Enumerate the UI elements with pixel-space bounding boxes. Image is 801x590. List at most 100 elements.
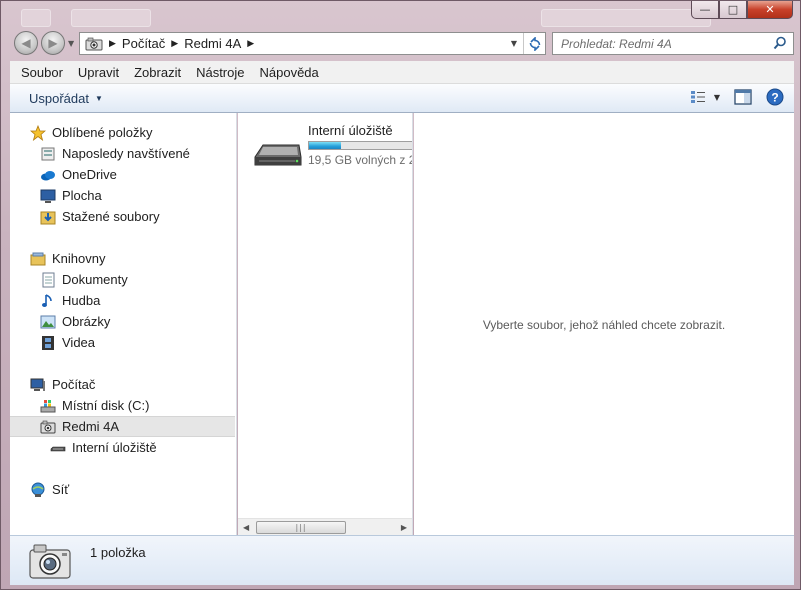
- details-pane: 1 položka: [10, 535, 794, 585]
- sidebar-item-internal-storage[interactable]: Interní úložiště: [10, 437, 235, 458]
- preview-pane: Vyberte soubor, jehož náhled chcete zobr…: [414, 113, 794, 535]
- libraries-icon: [30, 251, 46, 267]
- pictures-icon: [40, 314, 56, 330]
- svg-text:?: ?: [771, 91, 778, 105]
- chevron-down-icon[interactable]: ▼: [714, 93, 720, 102]
- breadcrumb-separator-icon[interactable]: ▶: [171, 39, 178, 49]
- address-history-dropdown-icon[interactable]: ▼: [505, 33, 523, 54]
- drive-name: Interní úložiště: [308, 123, 393, 138]
- preview-pane-icon[interactable]: [734, 89, 752, 105]
- sidebar-item-videos[interactable]: Videa: [10, 332, 235, 353]
- documents-icon: [40, 272, 56, 288]
- refresh-icon: [529, 36, 540, 51]
- sidebar-item-favorites[interactable]: Oblíbené položky: [10, 122, 235, 143]
- sidebar-item-desktop[interactable]: Plocha: [10, 185, 235, 206]
- scroll-left-icon[interactable]: ◀: [243, 523, 249, 532]
- star-icon: [30, 124, 46, 141]
- computer-icon: [30, 377, 46, 393]
- sidebar-item-pictures[interactable]: Obrázky: [10, 311, 235, 332]
- organize-label: Uspořádat: [29, 90, 89, 106]
- sidebar-item-local-disk[interactable]: Místní disk (C:): [10, 395, 235, 416]
- sidebar-item-recent-places[interactable]: Naposledy navštívené: [10, 143, 235, 164]
- close-button[interactable]: ✕: [747, 1, 793, 19]
- scroll-right-icon[interactable]: ▶: [401, 523, 407, 532]
- downloads-folder-icon: [40, 209, 56, 225]
- sidebar-item-label: Plocha: [62, 188, 102, 203]
- forward-button[interactable]: ▶: [41, 31, 65, 55]
- menu-help[interactable]: Nápověda: [253, 65, 326, 80]
- sidebar-item-onedrive[interactable]: OneDrive: [10, 164, 235, 185]
- sidebar-item-label: Interní úložiště: [72, 440, 157, 455]
- horizontal-scrollbar[interactable]: ◀ ||| ▶: [238, 518, 412, 535]
- breadcrumb-computer[interactable]: Počítač: [122, 36, 165, 51]
- desktop-icon: [40, 188, 56, 204]
- address-bar[interactable]: ▶ Počítač ▶ Redmi 4A ▶ ▼: [79, 32, 546, 55]
- minimize-button[interactable]: —: [691, 1, 719, 19]
- blurred-background-tab: [21, 9, 51, 27]
- menu-view[interactable]: Zobrazit: [127, 65, 188, 80]
- sidebar-item-label: Obrázky: [62, 314, 111, 329]
- sidebar-item-label: Knihovny: [52, 251, 106, 266]
- arrow-left-icon: ◀: [21, 36, 31, 50]
- sidebar-item-downloads[interactable]: Stažené soubory: [10, 206, 235, 227]
- device-camera-icon: [85, 37, 103, 50]
- sidebar-item-label: Oblíbené položky: [52, 125, 153, 140]
- sidebar-item-music[interactable]: Hudba: [10, 290, 235, 311]
- view-details-icon: [690, 91, 705, 103]
- preview-message: Vyberte soubor, jehož náhled chcete zobr…: [482, 318, 726, 332]
- menu-tools[interactable]: Nástroje: [189, 65, 251, 80]
- sidebar-item-documents[interactable]: Dokumenty: [10, 269, 235, 290]
- breadcrumb-separator-icon[interactable]: ▶: [247, 39, 254, 49]
- chevron-down-icon: ▼: [94, 93, 103, 103]
- maximize-button[interactable]: □: [719, 1, 747, 19]
- breadcrumb-separator-icon[interactable]: ▶: [109, 39, 116, 49]
- sidebar-item-label: Redmi 4A: [62, 419, 120, 434]
- device-camera-icon: [29, 544, 71, 579]
- sidebar-item-label: OneDrive: [62, 167, 117, 182]
- command-bar: Uspořádat ▼ ▼ ?: [10, 84, 794, 113]
- navigation-pane: Oblíbené položky Naposledy navštívené On…: [10, 113, 237, 535]
- music-note-icon: [40, 293, 56, 309]
- arrow-right-icon: ▶: [48, 36, 58, 50]
- organize-button[interactable]: Uspořádat ▼: [29, 91, 103, 106]
- network-icon: [30, 482, 46, 498]
- sidebar-item-label: Stažené soubory: [62, 209, 160, 224]
- refresh-button[interactable]: [523, 33, 545, 54]
- drive-usage-fill: [309, 142, 342, 149]
- onedrive-cloud-icon: [40, 167, 56, 183]
- sidebar-item-computer[interactable]: Počítač: [10, 374, 235, 395]
- menu-edit[interactable]: Upravit: [71, 65, 126, 80]
- item-count: 1 položka: [90, 545, 146, 560]
- blurred-background-tab: [71, 9, 151, 27]
- storage-drive-icon: [50, 440, 66, 456]
- title-bar: — □ ✕: [1, 1, 801, 29]
- sidebar-item-label: Síť: [52, 482, 70, 497]
- sidebar-item-label: Naposledy navštívené: [62, 146, 190, 161]
- window-frame: — □ ✕ ◀ ▶ ▼ ▶ Počítač ▶ Redmi 4A ▶ ▼ Pro…: [0, 0, 801, 590]
- scrollbar-thumb[interactable]: |||: [256, 521, 346, 534]
- recent-pages-dropdown-icon[interactable]: ▼: [68, 39, 74, 48]
- search-input[interactable]: [561, 36, 771, 51]
- device-camera-icon: [40, 419, 56, 435]
- menu-file[interactable]: Soubor: [10, 65, 70, 80]
- drive-item-internal-storage[interactable]: Interní úložiště 19,5 GB volných z 2: [253, 121, 413, 171]
- help-icon[interactable]: ?: [766, 88, 784, 106]
- sidebar-item-libraries[interactable]: Knihovny: [10, 248, 235, 269]
- search-box[interactable]: [552, 32, 794, 55]
- search-icon[interactable]: [773, 36, 787, 50]
- back-button[interactable]: ◀: [14, 31, 38, 55]
- sidebar-item-label: Místní disk (C:): [62, 398, 150, 413]
- file-list-pane: Interní úložiště 19,5 GB volných z 2 ◀ |…: [238, 113, 413, 535]
- sidebar-item-label: Dokumenty: [62, 272, 128, 287]
- change-view-button[interactable]: ▼: [690, 90, 720, 104]
- sidebar-item-network[interactable]: Síť: [10, 479, 235, 500]
- sidebar-item-label: Počítač: [52, 377, 96, 392]
- sidebar-item-redmi[interactable]: Redmi 4A: [10, 416, 235, 437]
- sidebar-item-label: Hudba: [62, 293, 101, 308]
- drive-usage-bar: [308, 141, 412, 150]
- recent-places-icon: [40, 146, 56, 162]
- local-disk-icon: [40, 398, 56, 414]
- breadcrumb-redmi[interactable]: Redmi 4A: [184, 36, 241, 51]
- menu-bar: Soubor Upravit Zobrazit Nástroje Nápověd…: [10, 61, 794, 84]
- drive-free-space: 19,5 GB volných z 2: [308, 153, 413, 167]
